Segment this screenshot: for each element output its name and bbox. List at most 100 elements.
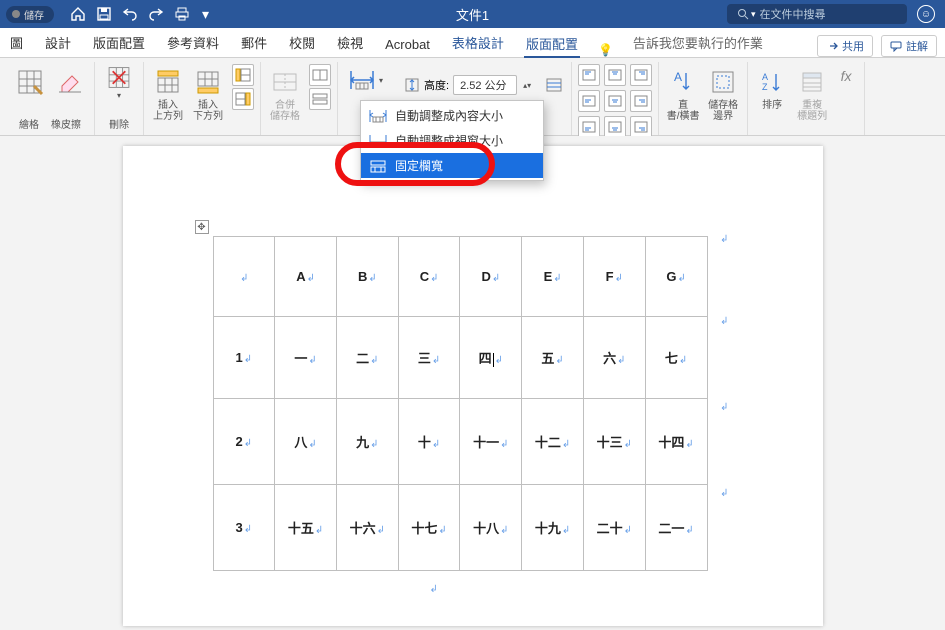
table-cell[interactable]: 七↲ <box>645 317 707 399</box>
delete-button[interactable]: ▾ <box>101 64 137 100</box>
table-cell[interactable]: 十四↲ <box>645 399 707 485</box>
table-cell[interactable]: 3↲ <box>213 485 275 571</box>
table-cell[interactable]: A↲ <box>275 237 337 317</box>
document-table[interactable]: ↲ A↲ B↲ C↲ D↲ E↲ F↲ G↲ 1↲ 一↲ 二↲ 三↲ 四↲ 五↲… <box>213 236 708 571</box>
text-direction-button[interactable]: A <box>665 64 701 100</box>
insert-above-button[interactable] <box>150 64 186 100</box>
insert-right-button[interactable] <box>232 88 254 110</box>
draw-label: 繪格 <box>19 120 39 133</box>
align-tc-button[interactable] <box>604 64 626 86</box>
table-cell[interactable]: C↲ <box>398 237 460 317</box>
table-cell[interactable]: 十六↲ <box>336 485 398 571</box>
table-cell[interactable]: 十九↲ <box>522 485 584 571</box>
svg-text:A: A <box>762 72 768 82</box>
align-mc-button[interactable] <box>604 90 626 112</box>
fixed-width-item[interactable]: 固定欄寬 <box>361 153 543 178</box>
height-label: 高度: <box>424 77 449 93</box>
split-cells-button[interactable] <box>309 64 331 86</box>
comments-button[interactable]: 註解 <box>881 35 937 57</box>
direction-label: 直 書/橫書 <box>667 100 700 124</box>
eraser-button[interactable] <box>52 64 88 100</box>
svg-text:A: A <box>674 70 682 84</box>
align-tl-button[interactable] <box>578 64 600 86</box>
tab-review[interactable]: 校閱 <box>287 33 317 57</box>
tab-mailings[interactable]: 郵件 <box>239 33 269 57</box>
table-cell[interactable]: 二一↲ <box>645 485 707 571</box>
table-cell[interactable]: 十七↲ <box>398 485 460 571</box>
table-row[interactable]: 3↲ 十五↲ 十六↲ 十七↲ 十八↲ 十九↲ 二十↲ 二一↲ <box>213 485 707 571</box>
align-br-button[interactable] <box>630 116 652 138</box>
height-stepper[interactable]: ▴▾ <box>521 81 533 90</box>
table-cell[interactable]: 1↲ <box>213 317 275 399</box>
draw-group: 繪格 橡皮擦 <box>6 62 95 135</box>
page[interactable]: ✥ ↲ ↲ ↲ ↲ ↲ ↲ A↲ B↲ C↲ D↲ E↲ F↲ G↲ 1↲ 一↲… <box>123 146 823 626</box>
insert-left-button[interactable] <box>232 64 254 86</box>
save-icon[interactable] <box>96 6 112 23</box>
table-cell[interactable]: E↲ <box>522 237 584 317</box>
cell-margins-button[interactable] <box>705 64 741 100</box>
tab-acrobat[interactable]: Acrobat <box>383 37 432 57</box>
tab-layout[interactable]: 版面配置 <box>91 33 147 57</box>
align-bl-button[interactable] <box>578 116 600 138</box>
table-cell[interactable]: 八↲ <box>275 399 337 485</box>
table-cell[interactable]: ↲ <box>213 237 275 317</box>
undo-icon[interactable] <box>122 6 138 23</box>
table-cell[interactable]: 十↲ <box>398 399 460 485</box>
sort-label: 排序 <box>762 100 782 113</box>
print-icon[interactable] <box>174 6 190 23</box>
document-title: 文件1 <box>456 5 489 24</box>
align-ml-button[interactable] <box>578 90 600 112</box>
table-cell[interactable]: 2↲ <box>213 399 275 485</box>
autofit-button[interactable]: ▾ <box>344 66 390 94</box>
tell-me-input[interactable]: 告訴我您要執行的作業 <box>631 33 765 57</box>
tab-picture[interactable]: 圖 <box>8 33 25 57</box>
align-bc-button[interactable] <box>604 116 626 138</box>
table-cell[interactable]: 五↲ <box>522 317 584 399</box>
table-cell[interactable]: 二↲ <box>336 317 398 399</box>
height-input[interactable]: 2.52 公分 <box>453 75 517 95</box>
table-cell[interactable]: 十八↲ <box>460 485 522 571</box>
table-cell[interactable]: 十二↲ <box>522 399 584 485</box>
feedback-icon[interactable]: ☺ <box>917 5 935 23</box>
table-cell[interactable]: 十一↲ <box>460 399 522 485</box>
tab-table-layout[interactable]: 版面配置 <box>524 34 580 58</box>
formula-button[interactable]: fx <box>834 64 858 88</box>
table-cell[interactable]: F↲ <box>583 237 645 317</box>
table-cell[interactable]: 十五↲ <box>275 485 337 571</box>
alignment-group <box>572 62 659 135</box>
table-cell[interactable]: 十三↲ <box>583 399 645 485</box>
qat-dropdown-icon[interactable]: ▾ <box>200 6 211 23</box>
table-cell[interactable]: 六↲ <box>583 317 645 399</box>
table-cell[interactable]: 三↲ <box>398 317 460 399</box>
table-row[interactable]: 2↲ 八↲ 九↲ 十↲ 十一↲ 十二↲ 十三↲ 十四↲ <box>213 399 707 485</box>
autofit-window-item[interactable]: 自動調整成視窗大小 <box>361 128 543 153</box>
table-cell[interactable]: 二十↲ <box>583 485 645 571</box>
tab-view[interactable]: 檢視 <box>335 33 365 57</box>
insert-below-button[interactable] <box>190 64 226 100</box>
align-mr-button[interactable] <box>630 90 652 112</box>
table-cell[interactable]: 九↲ <box>336 399 398 485</box>
draw-table-button[interactable] <box>12 64 48 100</box>
document-area: ✥ ↲ ↲ ↲ ↲ ↲ ↲ A↲ B↲ C↲ D↲ E↲ F↲ G↲ 1↲ 一↲… <box>0 136 945 630</box>
table-row[interactable]: 1↲ 一↲ 二↲ 三↲ 四↲ 五↲ 六↲ 七↲ <box>213 317 707 399</box>
table-row[interactable]: ↲ A↲ B↲ C↲ D↲ E↲ F↲ G↲ <box>213 237 707 317</box>
redo-icon[interactable] <box>148 6 164 23</box>
table-cell[interactable]: B↲ <box>336 237 398 317</box>
autofit-contents-item[interactable]: 自動調整成內容大小 <box>361 103 543 128</box>
sort-button[interactable]: AZ <box>754 64 790 100</box>
table-cell[interactable]: D↲ <box>460 237 522 317</box>
tab-design[interactable]: 設計 <box>43 33 73 57</box>
tab-references[interactable]: 參考資料 <box>165 33 221 57</box>
home-icon[interactable] <box>70 6 86 23</box>
table-cell[interactable]: 一↲ <box>275 317 337 399</box>
share-button[interactable]: 共用 <box>817 35 873 57</box>
table-move-handle[interactable]: ✥ <box>195 220 209 234</box>
align-tr-button[interactable] <box>630 64 652 86</box>
split-table-button[interactable] <box>309 88 331 110</box>
table-cell[interactable]: G↲ <box>645 237 707 317</box>
autosave-toggle[interactable]: 儲存 <box>6 6 54 23</box>
table-cell[interactable]: 四↲ <box>460 317 522 399</box>
distribute-rows-button[interactable] <box>543 74 565 96</box>
tab-table-design[interactable]: 表格設計 <box>450 33 506 57</box>
search-input[interactable]: ▾ 在文件中搜尋 <box>727 4 907 24</box>
